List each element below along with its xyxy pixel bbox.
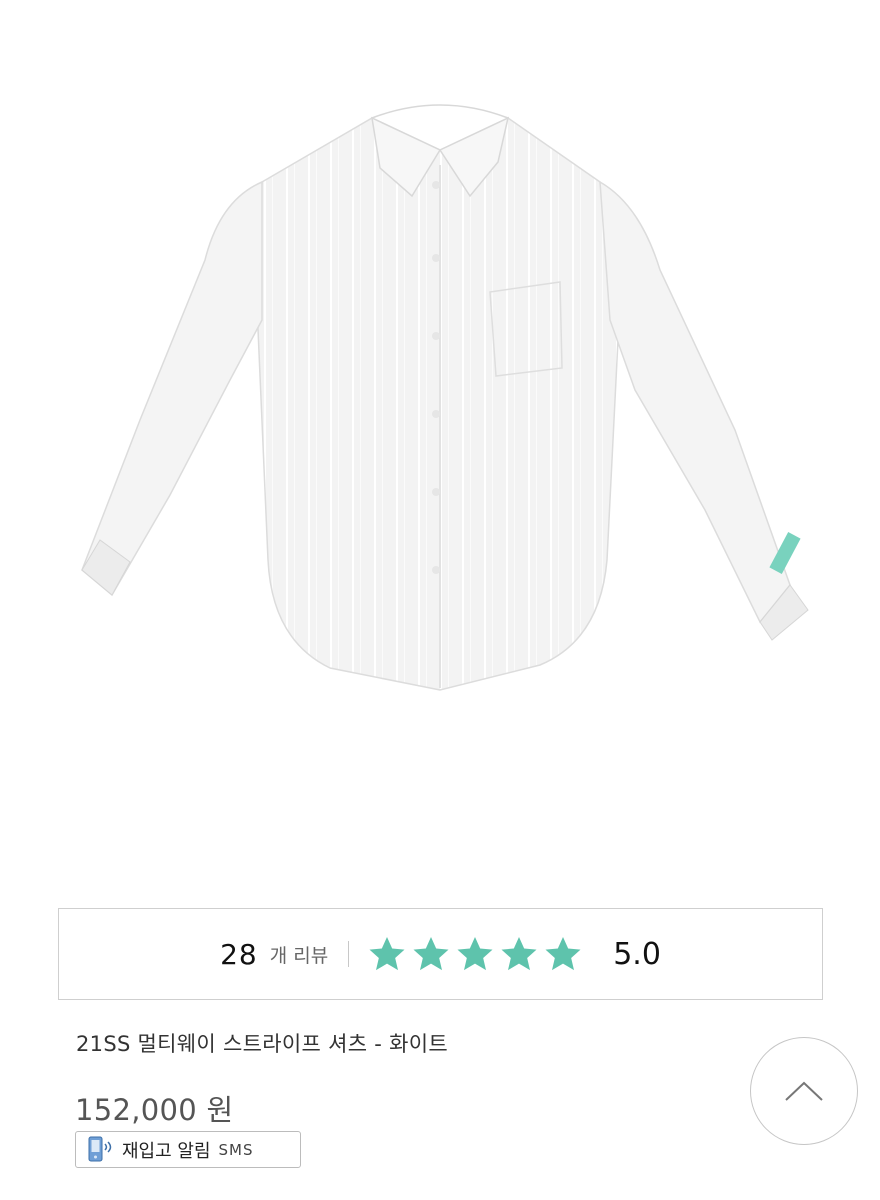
star-icon	[369, 937, 405, 971]
review-summary[interactable]: 28 개 리뷰 5.0	[58, 908, 823, 1000]
divider	[348, 941, 350, 967]
star-icon	[457, 937, 493, 971]
product-image	[0, 0, 880, 880]
restock-sms-label: SMS	[218, 1140, 254, 1159]
restock-alert-button[interactable]: 재입고 알림 SMS	[75, 1131, 301, 1168]
review-count: 28	[220, 937, 258, 971]
review-count-label: 개 리뷰	[269, 944, 329, 967]
shirt-illustration	[81, 104, 809, 691]
product-name: 21SS 멀티웨이 스트라이프 셔츠 - 화이트	[76, 1032, 449, 1056]
restock-alert-label: 재입고 알림	[122, 1140, 211, 1162]
star-rating	[367, 934, 583, 974]
star-icon	[413, 937, 449, 971]
star-icon	[545, 937, 581, 971]
product-price: 152,000 원	[75, 1093, 234, 1127]
star-icon	[501, 937, 537, 971]
chevron-up-icon	[785, 1081, 823, 1101]
rating-score: 5.0	[613, 936, 661, 972]
scroll-to-top-button[interactable]	[750, 1037, 858, 1145]
phone-icon	[88, 1136, 112, 1161]
